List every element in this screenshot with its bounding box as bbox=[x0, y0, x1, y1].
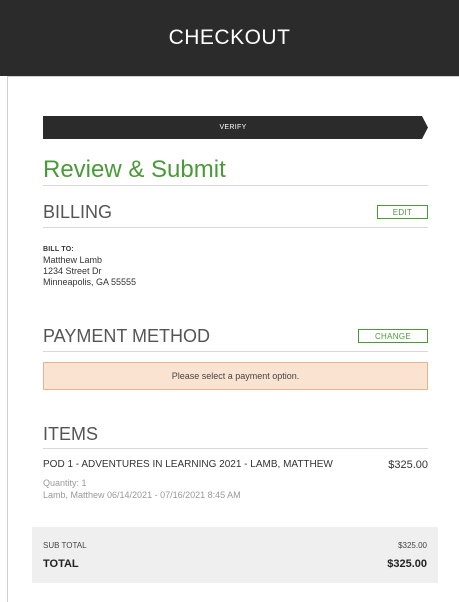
edit-billing-button[interactable]: EDIT bbox=[377, 205, 428, 219]
billing-title: BILLING bbox=[43, 202, 113, 222]
total-value: $325.00 bbox=[387, 558, 427, 570]
bill-to-name: Matthew Lamb bbox=[43, 255, 103, 265]
payment-method-title: PAYMENT METHOD bbox=[43, 326, 211, 346]
page-title: Review & Submit bbox=[43, 156, 226, 183]
total-row: TOTAL $325.00 bbox=[43, 558, 427, 570]
subtotal-value: $325.00 bbox=[398, 541, 427, 550]
change-payment-button[interactable]: CHANGE bbox=[358, 329, 428, 343]
item-price: $325.00 bbox=[388, 459, 428, 471]
subtotal-row: SUB TOTAL $325.00 bbox=[43, 541, 427, 550]
step-label: VERIFY bbox=[219, 124, 247, 131]
divider bbox=[43, 227, 428, 228]
payment-alert-text: Please select a payment option. bbox=[171, 371, 300, 381]
total-label: TOTAL bbox=[43, 558, 79, 570]
bill-to-label: BILL TO: bbox=[43, 246, 74, 253]
progress-step-bar: VERIFY bbox=[43, 116, 428, 139]
subtotal-label: SUB TOTAL bbox=[43, 541, 87, 550]
bill-to-address: BILL TO: Matthew Lamb 1234 Street Dr Min… bbox=[43, 244, 136, 288]
payment-alert: Please select a payment option. bbox=[43, 362, 428, 390]
checkout-header: CHECKOUT bbox=[0, 0, 459, 76]
bill-to-city: Minneapolis, GA 55555 bbox=[43, 277, 137, 287]
item-name: POD 1 - ADVENTURES IN LEARNING 2021 - LA… bbox=[43, 459, 333, 470]
divider bbox=[43, 185, 428, 186]
order-summary: SUB TOTAL $325.00 TOTAL $325.00 bbox=[32, 527, 438, 583]
items-title: ITEMS bbox=[43, 424, 99, 444]
header-title: CHECKOUT bbox=[168, 26, 291, 49]
divider bbox=[43, 448, 428, 449]
divider bbox=[43, 351, 428, 352]
bill-to-street: 1234 Street Dr bbox=[43, 266, 102, 276]
item-quantity: Quantity: 1 bbox=[43, 478, 87, 488]
item-details: Lamb, Matthew 06/14/2021 - 07/16/2021 8:… bbox=[43, 490, 241, 500]
